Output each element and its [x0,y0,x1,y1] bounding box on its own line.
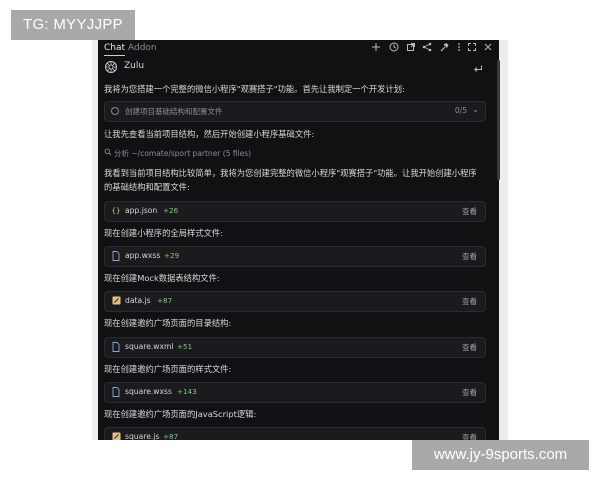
file-name: square.wxml [125,342,174,351]
json-icon: {} [111,207,121,215]
lines-added: +87 [157,296,173,305]
file-icon [111,387,121,398]
circle-icon [111,107,119,115]
message-simple-line2: 的基础结构和配置文件: [104,182,190,192]
lines-added: +51 [177,342,193,351]
plus-icon[interactable] [370,41,382,53]
analyze-label: 分析 ~/comate/sport partner (5 files) [114,149,252,158]
message-global-styles: 现在创建小程序的全局样式文件: [104,228,223,238]
watermark-bottom-right: www.jy-9sports.com [412,440,589,470]
view-button[interactable]: 查看 [462,432,477,440]
undo-icon[interactable] [472,60,484,72]
more-icon[interactable] [453,41,465,53]
chevron-down-icon: ⌄ [472,105,479,114]
lines-added: +87 [163,432,179,440]
tab-chat[interactable]: Chat [104,43,126,56]
chat-panel: Chat Addon Zulu 我将为您搭建一个完整的微信小程序"观赛搭子"功能… [98,40,499,440]
file-card[interactable]: square.wxml +51 查看 [104,337,486,358]
file-card[interactable]: square.js +87 查看 [104,427,486,440]
view-button[interactable]: 查看 [462,342,477,353]
lines-added: +26 [163,206,179,215]
view-button[interactable]: 查看 [462,387,477,398]
plan-dropdown[interactable]: 创建项目基础结构和配置文件 0/5 ⌄ [104,101,486,122]
tab-addon[interactable]: Addon [128,43,157,53]
message-intro: 我将为您搭建一个完整的微信小程序"观赛搭子"功能。首先让我制定一个开发计划: [104,84,405,94]
js-icon [111,296,121,307]
panel-header: Chat Addon [98,40,499,57]
external-link-icon[interactable] [405,41,417,53]
file-name: square.js [125,432,160,440]
close-icon[interactable] [482,41,494,53]
file-icon [111,342,121,353]
message-square-dir: 现在创建邀约广场页面的目录结构: [104,318,232,328]
view-button[interactable]: 查看 [462,296,477,307]
file-name: data.js [125,296,151,305]
search-icon [104,148,114,158]
lines-added: +143 [177,387,197,396]
view-button[interactable]: 查看 [462,206,477,217]
message-mock-data: 现在创建Mock数据表结构文件: [104,273,220,283]
watermark-top-left: TG: MYYJJPP [11,10,135,40]
analyze-step[interactable]: 分析 ~/comate/sport partner (5 files) [104,148,251,159]
file-card[interactable]: square.wxss +143 查看 [104,382,486,403]
file-card[interactable]: {} app.json +26 查看 [104,201,486,222]
js-icon [111,432,121,440]
scrollbar-thumb[interactable] [497,60,500,180]
file-name: app.json [125,206,158,215]
message-square-js: 现在创建邀约广场页面的JavaScript逻辑: [104,409,257,419]
agent-bar: Zulu [98,57,499,77]
agent-name: Zulu [124,61,145,71]
file-icon [111,251,121,262]
file-card[interactable]: app.wxss +29 查看 [104,246,486,267]
message-square-style: 现在创建邀约广场页面的样式文件: [104,364,232,374]
file-card[interactable]: data.js +87 查看 [104,291,486,312]
hammer-icon[interactable] [438,41,450,53]
view-button[interactable]: 查看 [462,251,477,262]
plan-label: 创建项目基础结构和配置文件 [125,107,223,116]
lines-added: +29 [164,251,180,260]
zulu-logo-icon [104,59,118,73]
plan-progress: 0/5 [454,106,467,115]
file-name: square.wxss [125,387,172,396]
file-name: app.wxss [125,251,161,260]
history-icon[interactable] [388,41,400,53]
window-edge-right [499,40,508,440]
message-check-structure: 让我先查看当前项目结构，然后开始创建小程序基础文件: [104,129,315,139]
expand-icon[interactable] [466,41,478,53]
share-icon[interactable] [421,41,433,53]
message-simple-line1: 我看到当前项目结构比较简单，我将为您创建完整的微信小程序"观赛搭子"功能。让我开… [104,168,477,178]
